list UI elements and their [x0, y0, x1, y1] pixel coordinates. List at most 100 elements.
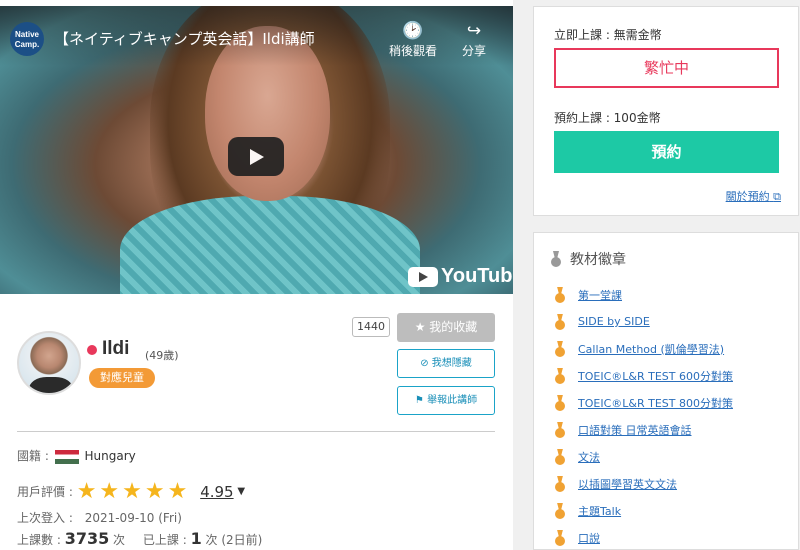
badge-link[interactable]: 口說 — [578, 530, 600, 546]
medal-icon — [554, 476, 566, 492]
instant-lesson-label: 立即上課 : 無需金幣 — [554, 28, 662, 42]
medal-icon — [554, 341, 566, 357]
medal-icon — [554, 368, 566, 384]
reserve-button[interactable]: 預約 — [554, 131, 779, 173]
medal-icon — [554, 449, 566, 465]
last-login-value: 2021-09-10 (Fri) — [84, 511, 182, 525]
teacher-page: Native Camp. 【ネイティブキャンプ英会話】Ildi講師 🕑 稍後觀看… — [0, 0, 800, 550]
favorite-button[interactable]: ★ 我的收藏 — [397, 313, 495, 342]
medal-icon — [550, 251, 562, 267]
medal-icon — [554, 503, 566, 519]
divider — [17, 431, 495, 432]
badge-item: Callan Method (凱倫學習法) — [554, 335, 794, 362]
hide-label: 我想隱藏 — [431, 358, 472, 369]
youtube-play-icon — [408, 266, 438, 287]
badge-item: 以插圖學習英文文法 — [554, 470, 794, 497]
star-icon: ★ — [144, 479, 165, 504]
nationality-row: 國籍 : Hungary — [17, 447, 136, 464]
reserve-lesson-label: 預約上課 : 100金幣 — [554, 111, 661, 125]
hide-teacher-button[interactable]: ⊘ 我想隱藏 — [397, 349, 495, 378]
material-badges-panel: 教材徽章 第一堂課 SIDE by SIDE Callan Method (凱倫學習… — [533, 232, 799, 550]
badge-link[interactable]: 以插圖學習英文文法 — [578, 476, 677, 492]
badge-item: 第一堂課 — [554, 281, 794, 308]
lessons-count: 3735 — [64, 529, 110, 548]
badge-link[interactable]: 口語對策 日常英語會話 — [578, 422, 692, 438]
badge-item: 口語對策 日常英語會話 — [554, 416, 794, 443]
medal-icon — [554, 287, 566, 303]
rating-value[interactable]: 4.95 — [200, 483, 233, 501]
badge-link[interactable]: Callan Method (凱倫學習法) — [578, 341, 724, 357]
eye-slash-icon: ⊘ — [420, 358, 429, 369]
medal-icon — [554, 395, 566, 411]
youtube-logo[interactable]: YouTube — [408, 265, 513, 288]
badge-item: SIDE by SIDE — [554, 308, 794, 335]
medal-icon — [554, 530, 566, 546]
attended-unit: 次 (2日前) — [205, 533, 263, 547]
badges-heading: 教材徽章 — [550, 249, 626, 269]
share-label: 分享 — [461, 44, 486, 58]
favorite-count: 1440 — [352, 317, 390, 337]
channel-logo[interactable]: Native Camp. — [10, 22, 44, 56]
badge-link[interactable]: TOEIC®L&R TEST 800分對策 — [578, 395, 733, 411]
caret-down-icon[interactable]: ▼ — [237, 486, 245, 497]
video-frame-shirt — [120, 196, 420, 294]
flag-icon: ⚑ — [414, 395, 424, 406]
star-icon: ★ — [167, 479, 188, 504]
rating-row: 用戶評價 : ★ ★ ★ ★ ★ 4.95 ▼ — [17, 479, 245, 504]
avatar — [17, 331, 81, 395]
badge-link[interactable]: 第一堂課 — [578, 287, 622, 303]
star-icon: ★ — [122, 479, 142, 504]
youtube-wordmark: YouTube — [441, 265, 513, 287]
badge-item: 口說 — [554, 524, 794, 550]
badge-item: TOEIC®L&R TEST 800分對策 — [554, 389, 794, 416]
lessons-row: 上課數 : 3735 次 已上課 : 1 次 (2日前) — [17, 529, 262, 548]
external-link-icon: ⧉ — [773, 190, 781, 203]
star-icon: ★ — [99, 479, 120, 504]
badges-title: 教材徽章 — [570, 252, 626, 268]
kids-support-badge: 對應兒童 — [89, 368, 155, 388]
badge-item: TOEIC®L&R TEST 600分對策 — [554, 362, 794, 389]
booking-panel: 立即上課 : 無需金幣 繁忙中 預約上課 : 100金幣 預約 關於預約 ⧉ — [533, 6, 799, 216]
play-button[interactable] — [228, 137, 284, 176]
busy-status-button[interactable]: 繁忙中 — [554, 48, 779, 88]
badge-link[interactable]: 主題Talk — [578, 503, 621, 519]
teacher-profile: Ildi (49歲) 對應兒童 1440 ★ 我的收藏 ⊘ 我想隱藏 ⚑ 舉報此… — [0, 295, 513, 550]
lessons-label: 上課數 : — [17, 533, 61, 547]
teacher-name: Ildi — [102, 338, 130, 359]
medal-icon — [554, 422, 566, 438]
rating-label: 用戶評價 : — [17, 485, 73, 499]
watch-later-label: 稍後觀看 — [388, 44, 437, 58]
clock-icon: 🕑 — [402, 21, 424, 41]
badge-link[interactable]: SIDE by SIDE — [578, 315, 650, 328]
share-icon: ↪ — [466, 21, 482, 41]
intro-video[interactable]: Native Camp. 【ネイティブキャンプ英会話】Ildi講師 🕑 稍後觀看… — [0, 6, 513, 294]
teacher-main-panel: Native Camp. 【ネイティブキャンプ英会話】Ildi講師 🕑 稍後觀看… — [0, 0, 513, 550]
lessons-unit: 次 — [113, 533, 126, 547]
badge-link[interactable]: TOEIC®L&R TEST 600分對策 — [578, 368, 733, 384]
report-label: 舉報此講師 — [427, 395, 478, 406]
star-icon: ★ — [76, 479, 97, 504]
favorite-label: 我的收藏 — [429, 320, 478, 334]
last-login-row: 上次登入 : 2021-09-10 (Fri) — [17, 509, 182, 526]
online-status-dot — [87, 345, 97, 355]
badge-list: 第一堂課 SIDE by SIDE Callan Method (凱倫學習法) TOE… — [554, 281, 794, 550]
hungary-flag-icon — [54, 449, 79, 464]
report-teacher-button[interactable]: ⚑ 舉報此講師 — [397, 386, 495, 415]
medal-icon — [554, 314, 566, 330]
badge-link[interactable]: 文法 — [578, 449, 600, 465]
share-button[interactable]: ↪ 分享 — [446, 20, 502, 59]
badge-item: 主題Talk — [554, 497, 794, 524]
rating-stars: ★ ★ ★ ★ ★ — [77, 479, 191, 504]
teacher-age: (49歲) — [145, 349, 179, 362]
badge-item: 文法 — [554, 443, 794, 470]
last-login-label: 上次登入 : — [17, 511, 73, 525]
about-reservation-label: 關於預約 — [725, 190, 770, 203]
video-title[interactable]: 【ネイティブキャンプ英会話】Ildi講師 — [54, 28, 315, 49]
nationality-value: Hungary — [84, 449, 136, 463]
attended-count: 1 — [190, 529, 202, 548]
watch-later-button[interactable]: 🕑 稍後觀看 — [385, 20, 441, 59]
star-icon: ★ — [414, 320, 426, 334]
attended-label: 已上課 : — [142, 533, 187, 547]
nationality-label: 國籍 : — [17, 449, 49, 463]
about-reservation-link[interactable]: 關於預約 ⧉ — [726, 188, 781, 204]
